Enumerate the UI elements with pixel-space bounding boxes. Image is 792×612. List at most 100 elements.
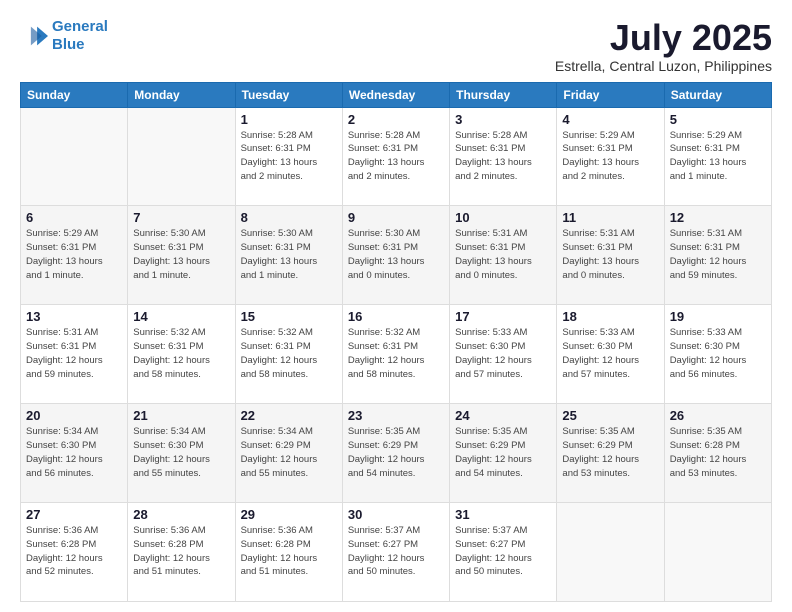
day-info: Sunrise: 5:36 AM Sunset: 6:28 PM Dayligh… [26, 524, 122, 579]
day-number: 24 [455, 408, 551, 423]
day-number: 3 [455, 112, 551, 127]
day-info: Sunrise: 5:29 AM Sunset: 6:31 PM Dayligh… [562, 129, 658, 184]
calendar-cell: 9Sunrise: 5:30 AM Sunset: 6:31 PM Daylig… [342, 206, 449, 305]
calendar-cell: 4 Sunrise: 5:29 AM Sunset: 6:31 PM Daylig… [557, 107, 664, 206]
day-number: 10 [455, 210, 551, 225]
day-info: Sunrise: 5:33 AM Sunset: 6:30 PM Dayligh… [562, 326, 658, 381]
header: General Blue July 2025 Estrella, Central… [20, 18, 772, 74]
day-info: Sunrise: 5:31 AM Sunset: 6:31 PM Dayligh… [562, 227, 658, 282]
logo-icon [20, 22, 48, 50]
day-info: Sunrise: 5:34 AM Sunset: 6:29 PM Dayligh… [241, 425, 337, 480]
day-number: 6 [26, 210, 122, 225]
weekday-header: Wednesday [342, 82, 449, 107]
day-number: 16 [348, 309, 444, 324]
logo-text: General Blue [52, 18, 108, 54]
day-info: Sunrise: 5:31 AM Sunset: 6:31 PM Dayligh… [26, 326, 122, 381]
calendar-header-row: SundayMondayTuesdayWednesdayThursdayFrid… [21, 82, 772, 107]
title-area: July 2025 Estrella, Central Luzon, Phili… [555, 18, 772, 74]
subtitle: Estrella, Central Luzon, Philippines [555, 58, 772, 74]
calendar-cell: 8Sunrise: 5:30 AM Sunset: 6:31 PM Daylig… [235, 206, 342, 305]
day-number: 11 [562, 210, 658, 225]
calendar-cell: 5 Sunrise: 5:29 AM Sunset: 6:31 PM Daylig… [664, 107, 771, 206]
day-number: 23 [348, 408, 444, 423]
day-info: Sunrise: 5:36 AM Sunset: 6:28 PM Dayligh… [241, 524, 337, 579]
calendar-table: SundayMondayTuesdayWednesdayThursdayFrid… [20, 82, 772, 602]
calendar-week-row: 20 Sunrise: 5:34 AM Sunset: 6:30 PM Dayli… [21, 404, 772, 503]
calendar-cell: 7 Sunrise: 5:30 AM Sunset: 6:31 PM Daylig… [128, 206, 235, 305]
calendar-cell: 1 Sunrise: 5:28 AM Sunset: 6:31 PM Daylig… [235, 107, 342, 206]
day-number: 5 [670, 112, 766, 127]
day-info: Sunrise: 5:28 AM Sunset: 6:31 PM Dayligh… [455, 129, 551, 184]
day-number: 26 [670, 408, 766, 423]
day-number: 13 [26, 309, 122, 324]
day-number: 22 [241, 408, 337, 423]
day-number: 7 [133, 210, 229, 225]
calendar-cell: 24 Sunrise: 5:35 AM Sunset: 6:29 PM Dayli… [450, 404, 557, 503]
day-number: 14 [133, 309, 229, 324]
calendar-cell: 12 Sunrise: 5:31 AM Sunset: 6:31 PM Dayli… [664, 206, 771, 305]
calendar-cell [128, 107, 235, 206]
day-info: Sunrise: 5:35 AM Sunset: 6:29 PM Dayligh… [562, 425, 658, 480]
calendar-cell [664, 503, 771, 602]
calendar-week-row: 27 Sunrise: 5:36 AM Sunset: 6:28 PM Dayli… [21, 503, 772, 602]
calendar-cell [557, 503, 664, 602]
weekday-header: Friday [557, 82, 664, 107]
calendar-cell: 10 Sunrise: 5:31 AM Sunset: 6:31 PM Dayli… [450, 206, 557, 305]
calendar-cell: 16 Sunrise: 5:32 AM Sunset: 6:31 PM Dayli… [342, 305, 449, 404]
calendar-cell: 19Sunrise: 5:33 AM Sunset: 6:30 PM Dayli… [664, 305, 771, 404]
day-number: 31 [455, 507, 551, 522]
calendar-cell [21, 107, 128, 206]
day-number: 18 [562, 309, 658, 324]
calendar-cell: 31 Sunrise: 5:37 AM Sunset: 6:27 PM Dayli… [450, 503, 557, 602]
calendar-cell: 17 Sunrise: 5:33 AM Sunset: 6:30 PM Dayli… [450, 305, 557, 404]
calendar-cell: 15Sunrise: 5:32 AM Sunset: 6:31 PM Dayli… [235, 305, 342, 404]
calendar-cell: 3 Sunrise: 5:28 AM Sunset: 6:31 PM Daylig… [450, 107, 557, 206]
day-number: 1 [241, 112, 337, 127]
day-number: 17 [455, 309, 551, 324]
weekday-header: Tuesday [235, 82, 342, 107]
day-info: Sunrise: 5:32 AM Sunset: 6:31 PM Dayligh… [348, 326, 444, 381]
day-info: Sunrise: 5:35 AM Sunset: 6:28 PM Dayligh… [670, 425, 766, 480]
day-number: 30 [348, 507, 444, 522]
day-info: Sunrise: 5:30 AM Sunset: 6:31 PM Dayligh… [133, 227, 229, 282]
day-info: Sunrise: 5:34 AM Sunset: 6:30 PM Dayligh… [26, 425, 122, 480]
day-number: 20 [26, 408, 122, 423]
logo-line1: General [52, 18, 108, 35]
day-number: 12 [670, 210, 766, 225]
day-info: Sunrise: 5:29 AM Sunset: 6:31 PM Dayligh… [670, 129, 766, 184]
weekday-header: Sunday [21, 82, 128, 107]
calendar-cell: 22 Sunrise: 5:34 AM Sunset: 6:29 PM Dayli… [235, 404, 342, 503]
day-info: Sunrise: 5:35 AM Sunset: 6:29 PM Dayligh… [455, 425, 551, 480]
calendar-week-row: 13 Sunrise: 5:31 AM Sunset: 6:31 PM Dayli… [21, 305, 772, 404]
day-info: Sunrise: 5:30 AM Sunset: 6:31 PM Dayligh… [241, 227, 337, 282]
day-info: Sunrise: 5:29 AM Sunset: 6:31 PM Dayligh… [26, 227, 122, 282]
calendar-cell: 25 Sunrise: 5:35 AM Sunset: 6:29 PM Dayli… [557, 404, 664, 503]
day-number: 27 [26, 507, 122, 522]
weekday-header: Saturday [664, 82, 771, 107]
calendar-cell: 21Sunrise: 5:34 AM Sunset: 6:30 PM Dayli… [128, 404, 235, 503]
calendar-cell: 18 Sunrise: 5:33 AM Sunset: 6:30 PM Dayli… [557, 305, 664, 404]
day-info: Sunrise: 5:28 AM Sunset: 6:31 PM Dayligh… [348, 129, 444, 184]
calendar-cell: 14 Sunrise: 5:32 AM Sunset: 6:31 PM Dayli… [128, 305, 235, 404]
day-number: 25 [562, 408, 658, 423]
day-info: Sunrise: 5:35 AM Sunset: 6:29 PM Dayligh… [348, 425, 444, 480]
day-info: Sunrise: 5:33 AM Sunset: 6:30 PM Dayligh… [455, 326, 551, 381]
calendar-cell: 29Sunrise: 5:36 AM Sunset: 6:28 PM Dayli… [235, 503, 342, 602]
day-info: Sunrise: 5:31 AM Sunset: 6:31 PM Dayligh… [455, 227, 551, 282]
calendar-cell: 6 Sunrise: 5:29 AM Sunset: 6:31 PM Daylig… [21, 206, 128, 305]
day-number: 4 [562, 112, 658, 127]
logo-line2: Blue [52, 36, 85, 53]
day-number: 9 [348, 210, 444, 225]
calendar-week-row: 6 Sunrise: 5:29 AM Sunset: 6:31 PM Daylig… [21, 206, 772, 305]
day-info: Sunrise: 5:37 AM Sunset: 6:27 PM Dayligh… [348, 524, 444, 579]
calendar-cell: 28Sunrise: 5:36 AM Sunset: 6:28 PM Dayli… [128, 503, 235, 602]
day-info: Sunrise: 5:32 AM Sunset: 6:31 PM Dayligh… [133, 326, 229, 381]
logo: General Blue [20, 18, 108, 54]
day-info: Sunrise: 5:37 AM Sunset: 6:27 PM Dayligh… [455, 524, 551, 579]
day-info: Sunrise: 5:33 AM Sunset: 6:30 PM Dayligh… [670, 326, 766, 381]
calendar-cell: 27 Sunrise: 5:36 AM Sunset: 6:28 PM Dayli… [21, 503, 128, 602]
day-info: Sunrise: 5:28 AM Sunset: 6:31 PM Dayligh… [241, 129, 337, 184]
calendar-cell: 23 Sunrise: 5:35 AM Sunset: 6:29 PM Dayli… [342, 404, 449, 503]
day-info: Sunrise: 5:31 AM Sunset: 6:31 PM Dayligh… [670, 227, 766, 282]
page: General Blue July 2025 Estrella, Central… [0, 0, 792, 612]
